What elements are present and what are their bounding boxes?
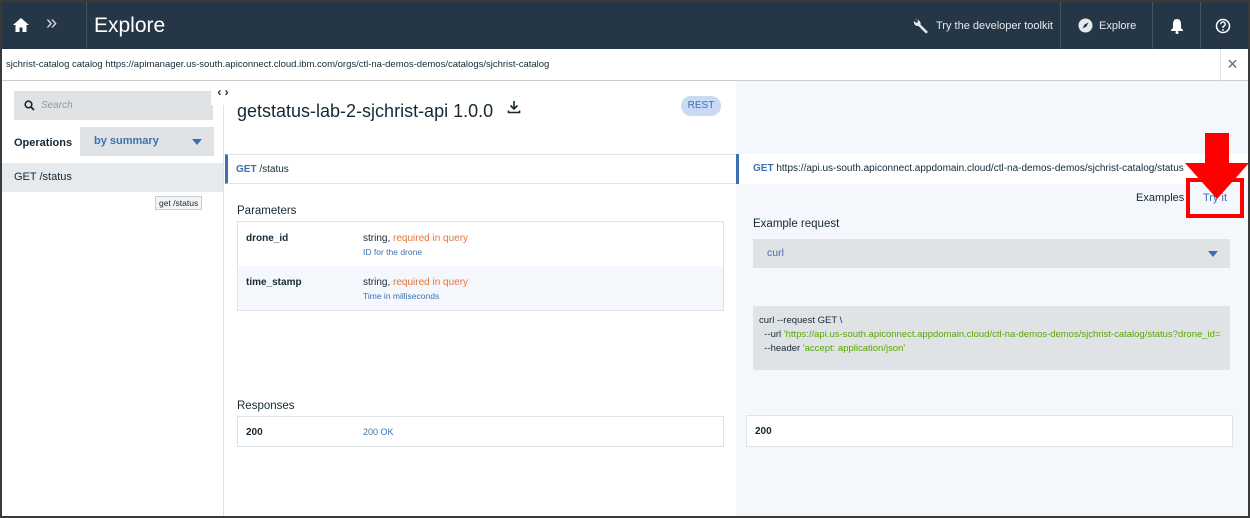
param-name: time_stamp — [246, 277, 302, 288]
highlight-box-annotation — [1186, 178, 1244, 218]
explore-link[interactable]: Explore — [1078, 2, 1136, 49]
expand-nav-icon[interactable]: » — [46, 12, 57, 35]
responses-heading: Responses — [237, 400, 295, 412]
download-icon[interactable] — [507, 100, 521, 119]
example-language-value: curl — [767, 247, 784, 259]
example-code-block: curl --request GET \ --url 'https://api.… — [753, 306, 1230, 370]
close-icon[interactable]: × — [1220, 49, 1244, 81]
param-description: ID for the drone — [363, 247, 423, 257]
search-icon — [24, 100, 35, 111]
developer-toolkit-label: Try the developer toolkit — [936, 19, 1053, 32]
param-type: string, required in query — [363, 277, 469, 288]
table-row: drone_id string, required in query ID fo… — [238, 222, 723, 266]
example-response-row: 200 — [746, 415, 1233, 447]
api-details-panel: getstatus-lab-2-sjchrist-api 1.0.0 REST … — [225, 81, 736, 516]
divider — [1060, 2, 1061, 49]
code-line: --url 'https://api.us-south.apiconnect.a… — [759, 329, 1221, 340]
notifications-button[interactable] — [1170, 2, 1190, 49]
endpoint-path: /status — [259, 164, 289, 175]
help-icon — [1215, 18, 1231, 33]
examples-tab[interactable]: Examples — [1136, 192, 1184, 204]
parameters-table: drone_id string, required in query ID fo… — [237, 221, 724, 311]
collapse-sidebar-button[interactable]: ‹ › — [211, 81, 235, 105]
home-icon[interactable] — [12, 16, 30, 34]
operation-item[interactable]: GET /status — [2, 163, 223, 192]
example-request-label: Example request — [753, 218, 840, 230]
developer-toolkit-link[interactable]: Try the developer toolkit — [912, 2, 1053, 49]
sort-value: by summary — [94, 135, 159, 147]
code-line: curl --request GET \ — [759, 315, 843, 326]
divider — [1152, 2, 1153, 49]
operations-label: Operations — [14, 137, 73, 149]
catalog-url-bar: sjchrist-catalog catalog https://apimana… — [2, 49, 1248, 81]
param-name: drone_id — [246, 233, 289, 244]
table-row: time_stamp string, required in query Tim… — [238, 266, 723, 310]
endpoint-method: GET — [753, 163, 774, 174]
endpoint-url: https://api.us-south.apiconnect.appdomai… — [776, 163, 1184, 174]
code-line: --header 'accept: application/json' — [759, 343, 906, 354]
search-input[interactable]: Search — [14, 91, 213, 120]
bell-icon — [1171, 18, 1183, 34]
response-description: 200 OK — [363, 427, 394, 437]
param-type: string, required in query — [363, 233, 469, 244]
app-window: » Explore Try the developer toolkit Expl… — [0, 0, 1250, 518]
divider — [1200, 2, 1201, 49]
endpoint-method: GET — [236, 164, 257, 175]
collapse-icon: ‹ › — [217, 85, 229, 99]
search-placeholder: Search — [41, 100, 73, 111]
explore-label: Explore — [1099, 19, 1137, 32]
top-navigation-bar: » Explore Try the developer toolkit Expl… — [2, 2, 1248, 49]
divider — [86, 2, 87, 49]
parameters-heading: Parameters — [237, 205, 297, 217]
caret-down-icon — [192, 139, 202, 145]
endpoint-header: GET /status — [225, 154, 736, 184]
compass-icon — [1078, 18, 1093, 33]
responses-table: 200 200 OK — [237, 416, 724, 447]
operations-sidebar: Search Operations by summary GET /status… — [2, 81, 224, 516]
response-code: 200 — [755, 426, 772, 437]
example-panel: GET https://api.us-south.apiconnect.appd… — [736, 81, 1248, 516]
full-endpoint-url: GET https://api.us-south.apiconnect.appd… — [736, 154, 1248, 184]
example-language-dropdown[interactable]: curl — [753, 239, 1230, 268]
param-description: Time in milliseconds — [363, 291, 440, 301]
sort-dropdown[interactable]: by summary — [80, 127, 214, 156]
api-title: getstatus-lab-2-sjchrist-api 1.0.0 — [237, 101, 494, 121]
response-code: 200 — [246, 427, 263, 438]
help-button[interactable] — [1215, 2, 1237, 49]
wrench-icon — [913, 19, 928, 33]
operation-tooltip: get /status — [155, 196, 203, 210]
page-title: Explore — [94, 14, 166, 37]
catalog-url-text: sjchrist-catalog catalog https://apimana… — [6, 59, 550, 70]
api-type-badge: REST — [681, 96, 721, 116]
operation-label: GET /status — [14, 171, 72, 183]
caret-down-icon — [1208, 251, 1218, 257]
